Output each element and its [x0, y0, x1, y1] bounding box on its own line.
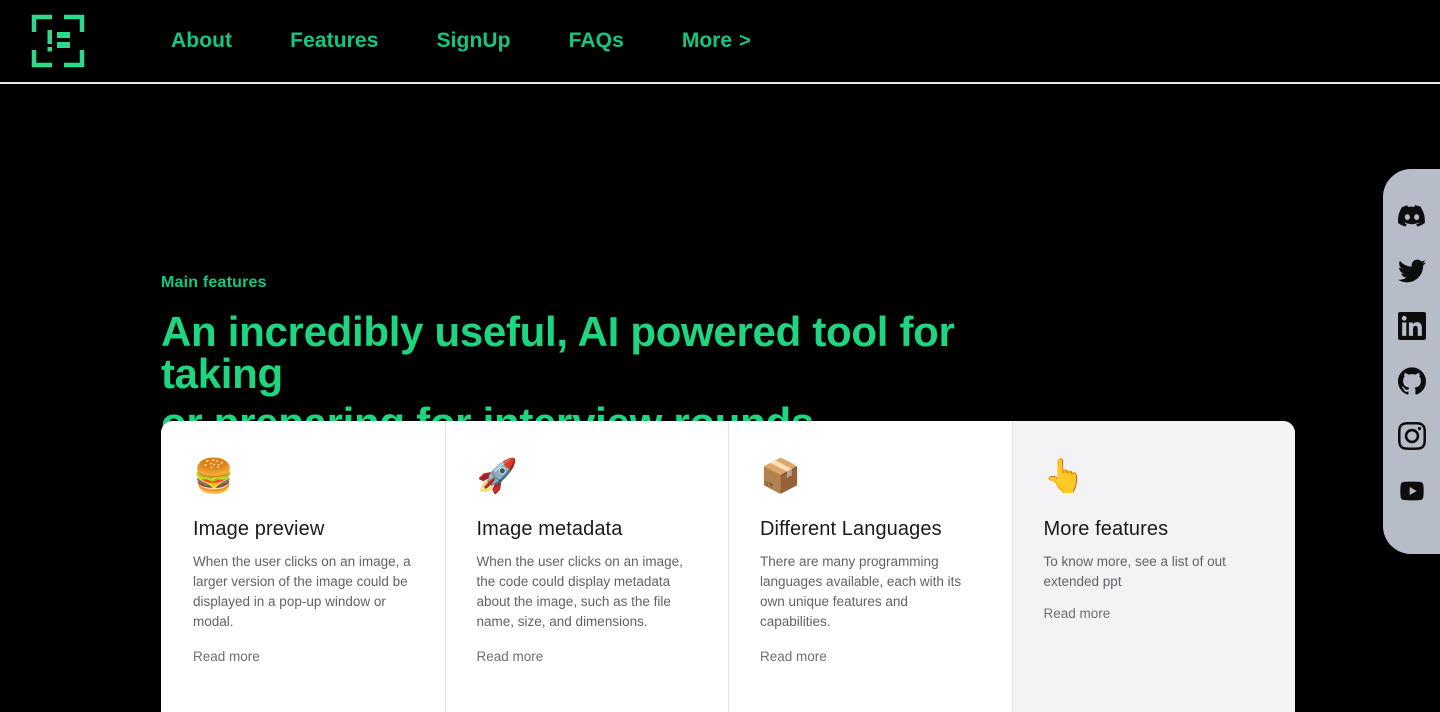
discord-icon: [1397, 204, 1425, 227]
twitter-icon: [1397, 259, 1426, 283]
feature-card-description: When the user clicks on an image, the co…: [476, 554, 683, 630]
bracket-exclamation-logo-icon: [31, 14, 85, 68]
feature-card-more-features[interactable]: 👆 More features To know more, see a list…: [1011, 421, 1295, 712]
read-more-link[interactable]: Read more: [760, 649, 980, 664]
nav-link-features[interactable]: Features: [290, 23, 378, 59]
feature-card-image-preview[interactable]: 🍔 Image preview When the user clicks on …: [161, 421, 445, 712]
hamburger-emoji-icon: 🍔: [193, 455, 235, 495]
instagram-icon: [1397, 422, 1426, 450]
social-link-github[interactable]: [1397, 366, 1427, 396]
nav-link-about[interactable]: About: [171, 23, 232, 59]
headline-line-1: An incredibly useful, AI powered tool fo…: [161, 308, 955, 397]
nav-more-menu[interactable]: More >: [682, 29, 751, 53]
social-media-rail: [1383, 169, 1440, 554]
site-header: About Features SignUp FAQs More >: [0, 0, 1440, 84]
social-link-instagram[interactable]: [1397, 421, 1427, 451]
nav-link-signup[interactable]: SignUp: [437, 23, 511, 59]
feature-card-description: When the user clicks on an image, a larg…: [193, 554, 411, 630]
feature-card-title: More features: [1043, 518, 1169, 540]
social-link-twitter[interactable]: [1397, 256, 1427, 286]
read-more-link[interactable]: Read more: [193, 649, 413, 664]
social-link-youtube[interactable]: [1397, 476, 1427, 506]
social-link-discord[interactable]: [1397, 201, 1427, 231]
read-more-link[interactable]: Read more: [477, 649, 697, 664]
nav-link-faqs[interactable]: FAQs: [569, 23, 624, 59]
social-link-linkedin[interactable]: [1397, 311, 1427, 341]
nav-more-label: More: [681, 29, 733, 52]
section-label: Main features: [161, 274, 267, 291]
linkedin-icon: [1397, 312, 1426, 340]
github-icon: [1397, 367, 1426, 395]
feature-card-description: To know more, see a list of out extended…: [1043, 554, 1226, 590]
feature-card-different-languages[interactable]: 📦 Different Languages There are many pro…: [728, 421, 1012, 712]
main-navigation: About Features SignUp FAQs More >: [171, 23, 751, 59]
youtube-icon: [1399, 481, 1424, 501]
feature-card-description: There are many programming languages ava…: [760, 554, 962, 630]
site-logo[interactable]: [28, 11, 88, 71]
feature-card-title: Different Languages: [760, 518, 942, 540]
feature-card-title: Image preview: [193, 518, 325, 540]
read-more-link[interactable]: Read more: [1044, 606, 1264, 621]
feature-card-image-metadata[interactable]: 🚀 Image metadata When the user clicks on…: [444, 421, 728, 712]
package-check-emoji-icon: 📦: [760, 455, 802, 495]
chevron-right-icon: >: [739, 29, 751, 52]
feature-cards-container: 🍔 Image preview When the user clicks on …: [161, 421, 1295, 712]
main-content: Main features An incredibly useful, AI p…: [0, 84, 1440, 712]
pointing-hand-emoji-icon: 👆: [1043, 455, 1085, 495]
feature-card-title: Image metadata: [476, 518, 623, 540]
rocket-emoji-icon: 🚀: [476, 455, 518, 495]
